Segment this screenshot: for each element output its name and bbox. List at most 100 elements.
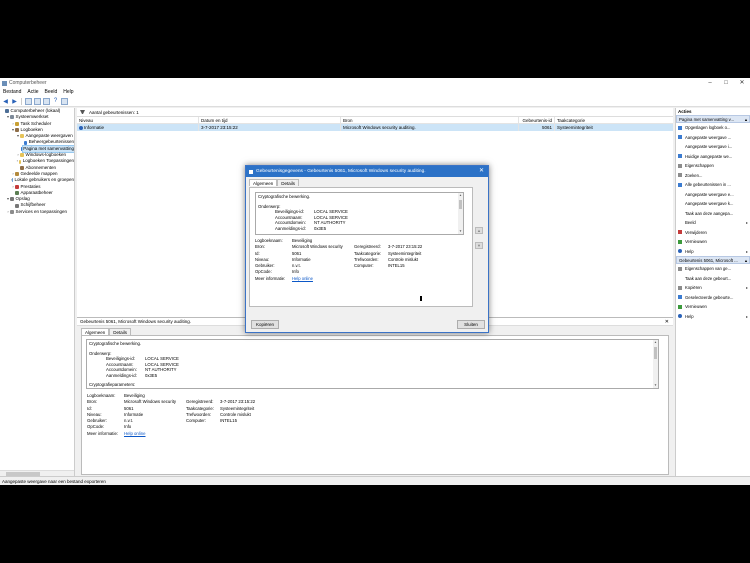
dialog-desc-pair: Aanmeldings-id: 0x3E5 bbox=[275, 225, 327, 231]
help-online-link[interactable]: Help online bbox=[124, 431, 186, 437]
action-item-label: Vernieuwen bbox=[685, 239, 707, 244]
folder-icon bbox=[18, 159, 22, 164]
back-arrow-icon[interactable]: ◀ bbox=[2, 98, 9, 105]
save-icon bbox=[678, 295, 682, 300]
menu-view[interactable]: Beeld bbox=[44, 89, 57, 95]
menu-file[interactable]: Bestand bbox=[3, 89, 21, 95]
action-item[interactable]: Vernieuwen bbox=[676, 302, 750, 312]
cell-task-category: Systeemintegriteit bbox=[557, 125, 593, 130]
action-item-label: Huidige aangepaste we... bbox=[685, 153, 733, 159]
dialog-description-scrollbar[interactable]: ▲ ▼ bbox=[458, 193, 463, 234]
action-item[interactable]: Kopiëren ▸ bbox=[676, 283, 750, 293]
search-icon bbox=[678, 173, 682, 178]
previous-event-arrow-icon[interactable]: ▲ bbox=[475, 227, 483, 234]
close-dialog-button[interactable]: Sluiten bbox=[457, 320, 485, 329]
action-item[interactable]: Vernieuwen bbox=[676, 237, 750, 247]
next-event-arrow-icon[interactable]: ▼ bbox=[475, 242, 483, 249]
column-task-category[interactable]: Taakcategorie bbox=[555, 117, 673, 123]
column-event-id[interactable]: Gebeurtenis-id bbox=[519, 117, 555, 123]
action-item[interactable]: Eigenschappen van ge... bbox=[676, 264, 750, 274]
action-item[interactable]: Eigenschappen bbox=[676, 161, 750, 171]
event-viewer-icon bbox=[249, 169, 253, 174]
action-item[interactable]: Aangepaste weergave i... bbox=[676, 142, 750, 152]
help-icon[interactable]: ? bbox=[52, 98, 59, 105]
action-item[interactable]: Opgeslagen logboek o... bbox=[676, 123, 750, 133]
device-manager-icon bbox=[15, 191, 19, 195]
copy-button[interactable]: Kopiëren bbox=[251, 320, 279, 329]
dialog-tab-general[interactable]: Algemeen bbox=[249, 179, 278, 186]
services-icon bbox=[10, 209, 14, 214]
column-level[interactable]: Niveau bbox=[77, 117, 199, 123]
dialog-event-properties: Logboeknaam: Beveiliging Bron: Microsoft W… bbox=[255, 238, 448, 282]
open-log-icon bbox=[678, 125, 682, 130]
action-item-label: Kopiëren bbox=[685, 285, 702, 290]
action-item-label: Verwijderen bbox=[685, 229, 707, 235]
minimize-button[interactable]: – bbox=[702, 78, 718, 88]
event-count: Aantal gebeurtenissen: 1 bbox=[89, 109, 139, 115]
action-item[interactable]: Taak aan deze aangepa... bbox=[676, 209, 750, 219]
action-item[interactable]: Alle gebeurtenissen in ... bbox=[676, 180, 750, 190]
users-icon bbox=[12, 178, 13, 183]
submenu-arrow-icon: ▸ bbox=[745, 285, 748, 290]
forward-arrow-icon[interactable]: ▶ bbox=[11, 98, 18, 105]
toolbar-divider bbox=[21, 97, 22, 105]
submenu-arrow-icon: ▸ bbox=[745, 313, 748, 319]
tab-general[interactable]: Algemeen bbox=[81, 328, 110, 335]
menu-action[interactable]: Actie bbox=[27, 89, 38, 95]
folder-up-icon[interactable] bbox=[25, 97, 32, 105]
maximize-button[interactable]: □ bbox=[718, 78, 734, 88]
action-item[interactable]: Aangepaste weergave e... bbox=[676, 190, 750, 200]
refresh-icon bbox=[678, 239, 682, 244]
dialog-close-icon[interactable]: ✕ bbox=[479, 166, 484, 177]
menu-help[interactable]: Help bbox=[63, 89, 73, 95]
cell-level-text: Informatie bbox=[84, 125, 105, 130]
action-item-label: Taak aan deze gebeurt... bbox=[685, 275, 732, 281]
cell-level: Informatie bbox=[77, 124, 199, 131]
action-item[interactable]: Huidige aangepaste we... bbox=[676, 152, 750, 162]
description-scrollbar[interactable]: ▲ ▼ bbox=[653, 340, 658, 388]
action-item[interactable]: Aangepaste weergave k... bbox=[676, 199, 750, 209]
action-item[interactable]: Beeld ▸ bbox=[676, 218, 750, 228]
folder-icon bbox=[20, 134, 24, 139]
show-hide-actions-icon[interactable] bbox=[61, 97, 68, 105]
action-item[interactable]: Taak aan deze gebeurt... bbox=[676, 274, 750, 284]
dialog-computer-label: Computer: bbox=[354, 263, 374, 269]
computer-label: Computer: bbox=[186, 418, 207, 424]
storage-icon bbox=[10, 197, 14, 202]
action-item[interactable]: Aangepaste weergave ... bbox=[676, 133, 750, 143]
disk-icon bbox=[15, 203, 19, 208]
section-view-label: Pagina met samenvatting v... bbox=[679, 117, 735, 122]
tree-item[interactable]: › Services en toepassingen bbox=[0, 209, 74, 215]
delete-icon bbox=[678, 230, 682, 235]
event-description[interactable]: Cryptografische bewerking. Onderwerp: Be… bbox=[86, 339, 659, 389]
dialog-tab-details[interactable]: Details bbox=[277, 179, 300, 186]
actions-section-event[interactable]: Gebeurtenis 5061, Microsoft ... ▴ bbox=[676, 256, 750, 264]
action-item[interactable]: Help ▸ bbox=[676, 247, 750, 257]
status-bar: Aangepaste weergave naar een bestand exp… bbox=[0, 476, 750, 485]
show-hide-tree-icon[interactable] bbox=[34, 97, 41, 105]
properties-icon[interactable] bbox=[43, 97, 50, 105]
computer-management-icon bbox=[2, 80, 7, 86]
close-button[interactable]: ✕ bbox=[734, 78, 750, 88]
column-date-time[interactable]: Datum en tijd bbox=[199, 117, 341, 123]
close-icon[interactable]: ✕ bbox=[665, 318, 669, 326]
dialog-event-description[interactable]: Cryptografische bewerking. Onderwerp: Be… bbox=[255, 192, 464, 235]
computer-icon bbox=[5, 109, 9, 114]
actions-section-view[interactable]: Pagina met samenvatting v... ▴ bbox=[676, 115, 750, 123]
column-source[interactable]: Bron bbox=[341, 117, 519, 123]
event-properties-icon bbox=[678, 266, 682, 271]
action-item[interactable]: Help ▸ bbox=[676, 312, 750, 322]
dialog-general-panel: Cryptografische bewerking. Onderwerp: Be… bbox=[249, 187, 473, 307]
dialog-help-online-link[interactable]: Help online bbox=[292, 276, 354, 282]
tab-details[interactable]: Details bbox=[109, 328, 132, 335]
action-item-label: Vernieuwen bbox=[685, 304, 707, 309]
action-item[interactable]: Zoeken... bbox=[676, 171, 750, 181]
table-row[interactable]: Informatie 3-7-2017 23:15:22 Microsoft W… bbox=[77, 124, 673, 131]
action-item[interactable]: Verwijderen bbox=[676, 228, 750, 238]
event-log-icon bbox=[15, 128, 19, 133]
moreinfo-label: Meer informatie: bbox=[87, 430, 119, 436]
action-item[interactable]: Geselecteerde gebeurte... bbox=[676, 293, 750, 303]
help-icon bbox=[678, 249, 682, 254]
filter-icon bbox=[678, 135, 682, 140]
refresh-icon bbox=[678, 304, 682, 309]
